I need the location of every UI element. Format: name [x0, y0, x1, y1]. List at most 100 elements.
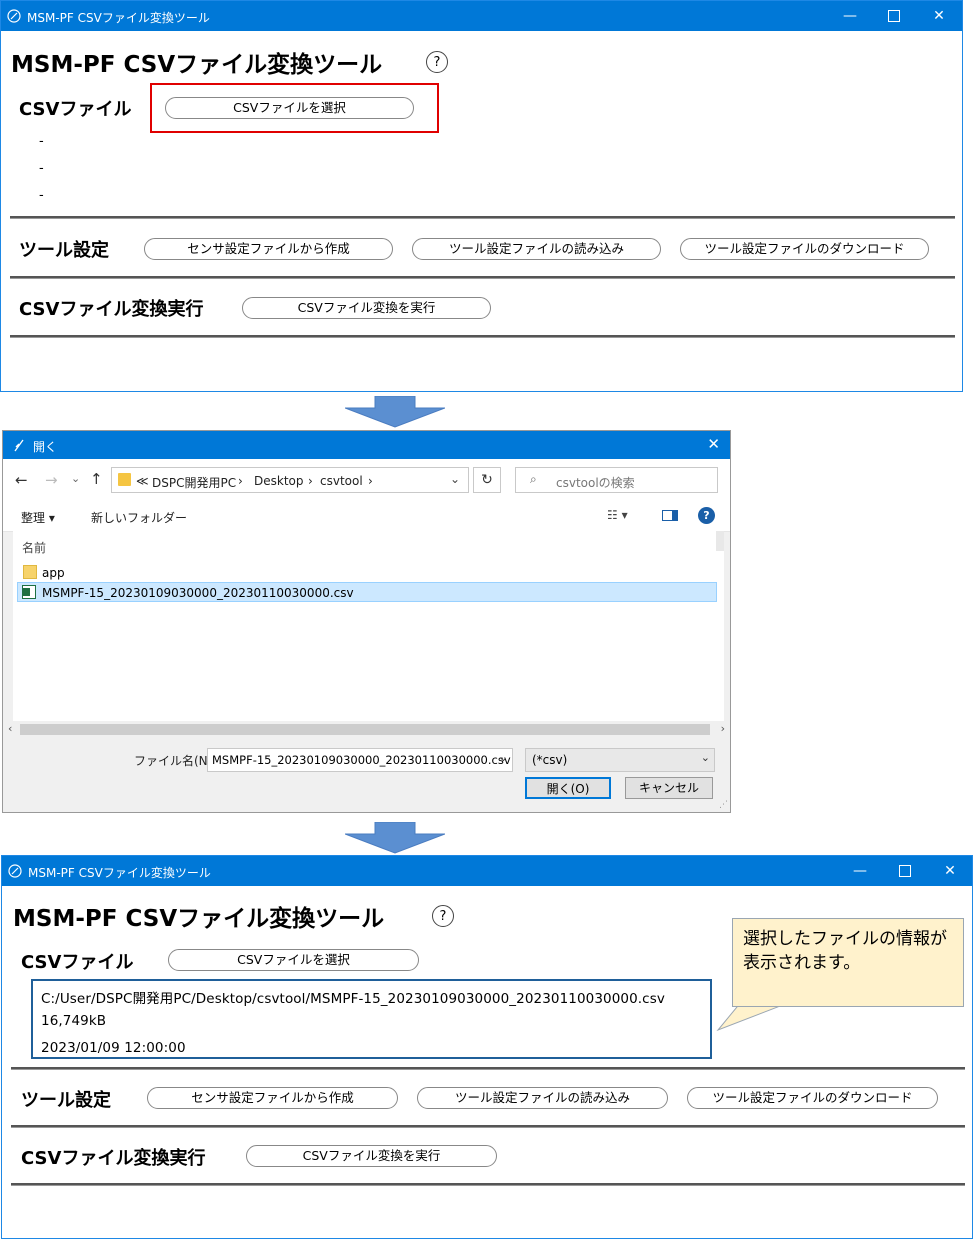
divider [10, 335, 955, 338]
window-title: MSM-PF CSVファイル変換ツール [28, 866, 211, 880]
feather-icon [8, 864, 22, 878]
navigation-bar: ← → ⌄ ↑ ≪ DSPC開発用PC › Desktop › csvtool … [3, 459, 730, 503]
file-type-value: (*csv) [532, 753, 568, 767]
file-list: 名前 app MSMPF-15_20230109030000_202301100… [13, 531, 724, 721]
tool-section-label: ツール設定 [21, 1090, 111, 1111]
load-tool-settings-button[interactable]: ツール設定ファイルの読み込み [417, 1087, 668, 1109]
minimize-icon[interactable]: — [827, 1, 873, 31]
page-title: MSM-PF CSVファイル変換ツール [13, 906, 385, 932]
organize-menu[interactable]: 整理 ▾ [21, 509, 55, 526]
csv-section-label: CSVファイル [19, 99, 132, 120]
breadcrumb-separator: › [308, 474, 313, 488]
convert-csv-button[interactable]: CSVファイル変換を実行 [242, 297, 491, 319]
page-title: MSM-PF CSVファイル変換ツール [11, 52, 383, 78]
csv-section-label: CSVファイル [21, 952, 134, 973]
window-title: MSM-PF CSVファイル変換ツール [27, 11, 210, 25]
breadcrumb-item-csvtool[interactable]: csvtool [320, 474, 363, 488]
excel-csv-icon [22, 585, 36, 599]
title-bar[interactable]: MSM-PF CSVファイル変換ツール — ✕ [1, 1, 962, 31]
help-button[interactable]: ? [432, 905, 454, 927]
top-app-window: MSM-PF CSVファイル変換ツール — ✕ MSM-PF CSVファイル変換… [0, 0, 963, 392]
help-button[interactable]: ? [426, 51, 448, 73]
breadcrumb-item-pc[interactable]: DSPC開発用PC [152, 474, 236, 491]
chevron-down-icon[interactable]: ⌄ [450, 472, 460, 486]
download-tool-settings-button[interactable]: ツール設定ファイルのダウンロード [680, 238, 929, 260]
search-icon: ⌕ [530, 472, 537, 486]
callout-note: 選択したファイルの情報が 表示されます。 [732, 918, 964, 1007]
item-name: app [42, 566, 65, 580]
tool-section-label: ツール設定 [19, 240, 109, 261]
breadcrumb-overflow[interactable]: ≪ [136, 474, 149, 488]
filename-value: MSMPF-15_20230109030000_20230110030000.c… [212, 753, 511, 767]
close-icon[interactable]: ✕ [707, 435, 720, 453]
item-name: MSMPF-15_20230109030000_20230110030000.c… [42, 586, 354, 600]
folder-icon [23, 565, 37, 579]
minimize-icon[interactable]: — [837, 856, 883, 886]
refresh-button[interactable]: ↻ [473, 467, 501, 493]
folder-icon [118, 473, 131, 486]
close-icon[interactable]: ✕ [916, 1, 962, 31]
convert-csv-button[interactable]: CSVファイル変換を実行 [246, 1145, 497, 1167]
up-icon[interactable]: ↑ [90, 470, 103, 488]
callout-line-2: 表示されます。 [743, 953, 861, 973]
dialog-title-bar[interactable]: 開く ✕ [3, 431, 730, 459]
file-path-text: - [39, 134, 44, 149]
load-tool-settings-button[interactable]: ツール設定ファイルの読み込み [412, 238, 661, 260]
callout-line-1: 選択したファイルの情報が [743, 929, 947, 949]
convert-section-label: CSVファイル変換実行 [21, 1148, 206, 1169]
close-icon[interactable]: ✕ [927, 856, 973, 886]
filename-input[interactable]: MSMPF-15_20230109030000_20230110030000.c… [207, 748, 513, 772]
create-from-sensor-button[interactable]: センサ設定ファイルから作成 [144, 238, 393, 260]
column-header-name[interactable]: 名前 [22, 539, 46, 556]
cancel-button[interactable]: キャンセル [625, 777, 713, 799]
file-date-text: 2023/01/09 12:00:00 [41, 1040, 186, 1056]
address-bar[interactable]: ≪ DSPC開発用PC › Desktop › csvtool › ⌄ [111, 467, 469, 493]
help-icon[interactable]: ? [698, 507, 715, 524]
download-tool-settings-button[interactable]: ツール設定ファイルのダウンロード [687, 1087, 938, 1109]
select-csv-button[interactable]: CSVファイルを選択 [165, 97, 414, 119]
down-arrow-icon [345, 822, 445, 854]
file-date-text: - [39, 188, 44, 203]
breadcrumb-separator: › [368, 474, 373, 488]
feather-icon [7, 9, 21, 23]
divider [11, 1183, 965, 1186]
breadcrumb-separator: › [238, 474, 243, 488]
command-bar: 整理 ▾ 新しいフォルダー ☷ ▾ ? [3, 503, 730, 532]
horizontal-scrollbar[interactable]: ‹ › [3, 721, 730, 738]
preview-pane-icon[interactable] [662, 510, 678, 521]
file-type-select[interactable]: (*csv) ⌄ [525, 748, 715, 772]
open-file-dialog: 開く ✕ ← → ⌄ ↑ ≪ DSPC開発用PC › Desktop › csv… [2, 430, 731, 813]
resize-grip-icon[interactable]: ⋰ [719, 800, 728, 810]
divider [10, 216, 955, 219]
list-item[interactable]: app [17, 562, 717, 582]
bottom-app-window: MSM-PF CSVファイル変換ツール — ✕ MSM-PF CSVファイル変換… [1, 855, 973, 1239]
dialog-title: 開く [33, 440, 58, 454]
file-size-text: - [39, 161, 44, 176]
forward-icon[interactable]: → [45, 471, 58, 489]
create-from-sensor-button[interactable]: センサ設定ファイルから作成 [147, 1087, 398, 1109]
back-icon[interactable]: ← [15, 471, 28, 489]
search-box[interactable]: ⌕ csvtoolの検索 [515, 467, 718, 493]
list-item-selected[interactable]: MSMPF-15_20230109030000_20230110030000.c… [17, 582, 717, 602]
chevron-down-icon[interactable]: ⌄ [701, 751, 710, 764]
open-button[interactable]: 開く(O) [525, 777, 611, 799]
select-csv-button[interactable]: CSVファイルを選択 [168, 949, 419, 971]
down-arrow-icon [345, 396, 445, 428]
divider [10, 276, 955, 279]
file-path-text: C:/User/DSPC開発用PC/Desktop/csvtool/MSMPF-… [41, 991, 665, 1007]
maximize-icon[interactable] [871, 1, 917, 31]
vertical-scrollbar[interactable] [716, 531, 724, 551]
divider [11, 1067, 965, 1070]
feather-icon [14, 439, 24, 452]
new-folder-button[interactable]: 新しいフォルダー [91, 509, 187, 526]
convert-section-label: CSVファイル変換実行 [19, 299, 204, 320]
recent-locations-icon[interactable]: ⌄ [71, 472, 80, 485]
search-placeholder: csvtoolの検索 [556, 476, 635, 490]
chevron-down-icon[interactable]: ⌄ [499, 751, 508, 764]
maximize-icon[interactable] [882, 856, 928, 886]
view-options-icon[interactable]: ☷ ▾ [607, 508, 628, 522]
file-size-text: 16,749kB [41, 1013, 107, 1029]
breadcrumb-item-desktop[interactable]: Desktop [254, 474, 304, 488]
divider [11, 1125, 965, 1128]
title-bar[interactable]: MSM-PF CSVファイル変換ツール — ✕ [2, 856, 972, 886]
